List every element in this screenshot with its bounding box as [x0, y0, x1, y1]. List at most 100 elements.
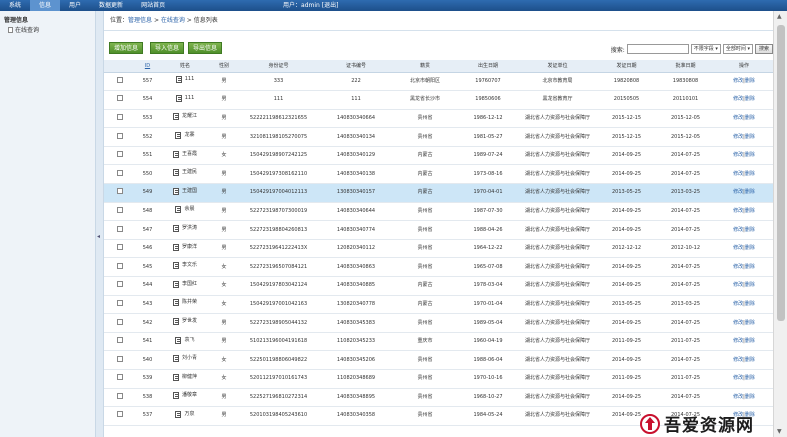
top-nav-item[interactable]: 信息: [30, 0, 61, 11]
delete-link[interactable]: 删除: [745, 245, 755, 251]
edit-link[interactable]: 修改: [733, 282, 743, 288]
top-nav-item[interactable]: 系统: [0, 0, 30, 11]
row-checkbox[interactable]: [117, 299, 123, 306]
row-checkbox[interactable]: [117, 281, 123, 288]
row-checkbox[interactable]: [117, 392, 123, 399]
sidebar-collapse-bar[interactable]: ◂: [96, 11, 104, 437]
row-checkbox[interactable]: [117, 225, 123, 232]
table-row[interactable]: 551 王喜霞 女 150429198907242125 140830340129 内蒙古…: [104, 146, 773, 166]
edit-document-icon[interactable]: [175, 76, 182, 84]
import-button[interactable]: 导入信息: [150, 42, 185, 54]
edit-link[interactable]: 修改: [733, 115, 743, 121]
table-row[interactable]: 547 罗洪涛 男 522723198804260813 140830340774 贵州省…: [104, 220, 773, 240]
edit-document-icon[interactable]: [172, 299, 179, 307]
table-row[interactable]: 540 刘小青 女 522501198806049822 140830345206 贵州省…: [104, 350, 773, 370]
table-row[interactable]: 538 潘敬章 男 522527196810272314 140830348895 贵州省…: [104, 388, 773, 408]
edit-document-icon[interactable]: [172, 243, 179, 251]
delete-link[interactable]: 删除: [745, 282, 755, 288]
edit-link[interactable]: 修改: [733, 301, 743, 307]
row-checkbox[interactable]: [117, 355, 123, 362]
row-checkbox[interactable]: [117, 76, 123, 83]
table-row[interactable]: 545 李文乐 女 522723196507084121 140830340863 贵州省…: [104, 257, 773, 278]
delete-link[interactable]: 删除: [745, 357, 755, 363]
delete-link[interactable]: 删除: [745, 96, 755, 102]
delete-link[interactable]: 删除: [745, 152, 755, 158]
table-row[interactable]: 542 罗世发 男 522723198905044132 140830345383 贵州省…: [104, 313, 773, 333]
edit-document-icon[interactable]: [172, 392, 179, 400]
edit-document-icon[interactable]: [172, 262, 179, 270]
edit-link[interactable]: 修改: [733, 320, 743, 326]
table-row[interactable]: 546 罗康洋 男 52272319641222413X 120820340112 贵州省…: [104, 239, 773, 259]
edit-document-icon[interactable]: [175, 410, 182, 418]
edit-document-icon[interactable]: [172, 280, 179, 288]
row-checkbox[interactable]: [117, 206, 123, 213]
table-row[interactable]: 549 王建国 男 150429197004012113 130830340157 内蒙古…: [104, 183, 773, 203]
delete-link[interactable]: 删除: [745, 320, 755, 326]
edit-document-icon[interactable]: [172, 225, 179, 233]
edit-link[interactable]: 修改: [733, 227, 743, 233]
edit-link[interactable]: 修改: [733, 96, 743, 102]
table-row[interactable]: 554 111 男 111 111 黑龙省长沙市 19850606 黑龙省教育厅 2015050…: [104, 90, 773, 110]
edit-link[interactable]: 修改: [733, 264, 743, 270]
table-row[interactable]: 553 龙耀江 男 522221198612321655 140830340664 贵州省…: [104, 109, 773, 129]
edit-link[interactable]: 修改: [733, 338, 743, 344]
edit-document-icon[interactable]: [172, 355, 179, 363]
logout-link[interactable]: [退出]: [322, 2, 339, 9]
time-select[interactable]: 全部时间 ▾: [722, 44, 753, 54]
delete-link[interactable]: 删除: [745, 264, 755, 270]
edit-document-icon[interactable]: [172, 169, 179, 177]
top-nav-item[interactable]: 数据更新: [90, 0, 132, 11]
table-row[interactable]: 557 111 男 333 222 北京市朝阳区 19760707 北京市教育局 1982080…: [104, 72, 773, 92]
delete-link[interactable]: 删除: [745, 134, 755, 140]
table-row[interactable]: 552 龙寨 男 321081198105270075 140830340134 贵州省 1…: [104, 127, 773, 147]
scroll-thumb[interactable]: [777, 25, 785, 321]
edit-link[interactable]: 修改: [733, 245, 743, 251]
edit-link[interactable]: 修改: [733, 134, 743, 140]
row-checkbox[interactable]: [117, 132, 123, 139]
edit-document-icon[interactable]: [175, 206, 182, 214]
table-row[interactable]: 539 柳健萍 女 520112197010161743 110820348689 贵州省…: [104, 369, 773, 389]
column-header[interactable]: ID: [136, 60, 159, 73]
row-checkbox[interactable]: [117, 262, 123, 269]
breadcrumb-level2[interactable]: 在线查询: [161, 17, 185, 24]
edit-document-icon[interactable]: [172, 113, 179, 121]
row-checkbox[interactable]: [117, 95, 123, 102]
scroll-up-icon[interactable]: ▲: [777, 13, 782, 20]
edit-link[interactable]: 修改: [733, 78, 743, 84]
top-nav-item[interactable]: 用户: [60, 0, 90, 11]
delete-link[interactable]: 删除: [745, 227, 755, 233]
row-checkbox[interactable]: [117, 188, 123, 195]
table-row[interactable]: 541 袁飞 男 510213196004191618 110820345233 重庆市 1…: [104, 332, 773, 352]
edit-document-icon[interactable]: [172, 318, 179, 326]
edit-link[interactable]: 修改: [733, 171, 743, 177]
export-button[interactable]: 导出信息: [188, 42, 223, 54]
delete-link[interactable]: 删除: [745, 115, 755, 121]
edit-link[interactable]: 修改: [733, 375, 743, 381]
top-nav-item[interactable]: 网站首页: [132, 0, 174, 11]
vertical-scrollbar[interactable]: ▲ ▼: [773, 11, 787, 437]
edit-link[interactable]: 修改: [733, 152, 743, 158]
edit-document-icon[interactable]: [172, 373, 179, 381]
delete-link[interactable]: 删除: [745, 78, 755, 84]
search-button[interactable]: 搜索: [754, 44, 773, 54]
edit-link[interactable]: 修改: [733, 189, 743, 195]
add-button[interactable]: 增加信息: [109, 42, 144, 54]
table-row[interactable]: 548 余晨 男 522723198707300019 140830340644 贵州省 1…: [104, 202, 773, 222]
row-checkbox[interactable]: [117, 337, 123, 344]
edit-document-icon[interactable]: [175, 336, 182, 344]
breadcrumb-level1[interactable]: 管理信息: [128, 17, 152, 24]
collapse-arrow-icon[interactable]: ◂: [97, 233, 100, 240]
row-checkbox[interactable]: [117, 318, 123, 325]
delete-link[interactable]: 删除: [745, 301, 755, 307]
delete-link[interactable]: 删除: [745, 208, 755, 214]
edit-document-icon[interactable]: [172, 187, 179, 195]
row-checkbox[interactable]: [117, 151, 123, 158]
edit-document-icon[interactable]: [175, 132, 182, 140]
delete-link[interactable]: 删除: [745, 171, 755, 177]
row-checkbox[interactable]: [117, 169, 123, 176]
delete-link[interactable]: 删除: [745, 338, 755, 344]
row-checkbox[interactable]: [117, 374, 123, 381]
edit-document-icon[interactable]: [172, 150, 179, 158]
search-input[interactable]: [626, 44, 689, 54]
edit-link[interactable]: 修改: [733, 208, 743, 214]
